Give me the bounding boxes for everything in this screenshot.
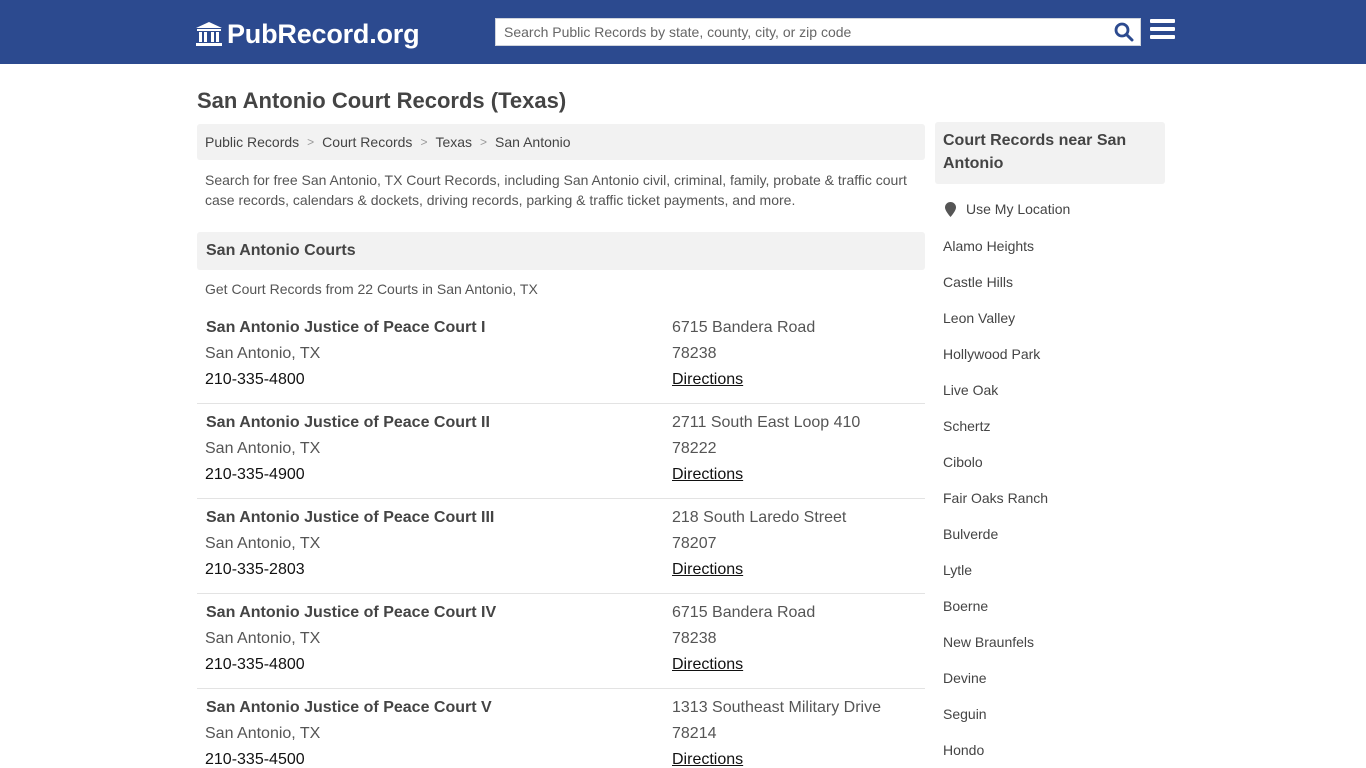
- directions-link[interactable]: Directions: [672, 371, 743, 389]
- nearby-city-link[interactable]: Boerne: [943, 598, 988, 614]
- breadcrumb-texas[interactable]: Texas: [435, 134, 472, 150]
- court-zip: 78207: [672, 535, 717, 552]
- breadcrumb-separator-icon: >: [480, 135, 488, 149]
- top-navbar: PubRecord.org: [0, 0, 1366, 64]
- court-phone[interactable]: 210-335-2803: [205, 561, 305, 579]
- sidebar-title: Court Records near San Antonio: [935, 122, 1165, 184]
- hamburger-menu-icon[interactable]: [1150, 19, 1176, 43]
- page-title: San Antonio Court Records (Texas): [197, 88, 567, 113]
- directions-link[interactable]: Directions: [672, 656, 743, 674]
- breadcrumb-san-antonio[interactable]: San Antonio: [495, 134, 571, 150]
- court-listing: San Antonio Justice of Peace Court III S…: [197, 499, 925, 594]
- nearby-city-link[interactable]: Cibolo: [943, 454, 983, 470]
- nearby-city-link[interactable]: Hollywood Park: [943, 346, 1040, 362]
- search-icon: [1114, 22, 1134, 42]
- court-city: San Antonio, TX: [205, 345, 321, 362]
- court-zip: 78238: [672, 630, 717, 647]
- nearby-city-link[interactable]: New Braunfels: [943, 634, 1034, 650]
- court-zip: 78214: [672, 725, 717, 742]
- nearby-city-link[interactable]: Live Oak: [943, 382, 998, 398]
- court-name[interactable]: San Antonio Justice of Peace Court I: [206, 319, 485, 337]
- court-phone[interactable]: 210-335-4800: [205, 371, 305, 389]
- nearby-city-link[interactable]: Alamo Heights: [943, 238, 1034, 254]
- court-city: San Antonio, TX: [205, 725, 321, 742]
- court-name[interactable]: San Antonio Justice of Peace Court V: [206, 699, 492, 717]
- site-logo[interactable]: PubRecord.org: [195, 16, 420, 52]
- court-city: San Antonio, TX: [205, 630, 321, 647]
- intro-text: Search for free San Antonio, TX Court Re…: [205, 172, 907, 208]
- court-street: 218 South Laredo Street: [672, 509, 847, 526]
- court-name[interactable]: San Antonio Justice of Peace Court IV: [206, 604, 496, 622]
- search-bar: [495, 18, 1141, 46]
- court-city: San Antonio, TX: [205, 440, 321, 457]
- court-listing: San Antonio Justice of Peace Court II Sa…: [197, 404, 925, 499]
- court-listing: San Antonio Justice of Peace Court I San…: [197, 309, 925, 404]
- court-phone[interactable]: 210-335-4900: [205, 466, 305, 484]
- nearby-city-link[interactable]: Hondo: [943, 742, 984, 758]
- map-pin-icon: [945, 201, 956, 217]
- nearby-city-link[interactable]: Leon Valley: [943, 310, 1015, 326]
- nearby-city-link[interactable]: Bulverde: [943, 526, 998, 542]
- court-street: 2711 South East Loop 410: [672, 414, 861, 431]
- courthouse-icon: [196, 22, 222, 46]
- nearby-city-link[interactable]: Schertz: [943, 418, 990, 434]
- court-phone[interactable]: 210-335-4500: [205, 751, 305, 768]
- breadcrumb-separator-icon: >: [420, 135, 428, 149]
- court-listing: San Antonio Justice of Peace Court V San…: [197, 689, 925, 768]
- courts-section-title: San Antonio Courts: [197, 232, 925, 270]
- court-street: 1313 Southeast Military Drive: [672, 699, 881, 716]
- nearby-city-link[interactable]: Devine: [943, 670, 987, 686]
- directions-link[interactable]: Directions: [672, 751, 743, 768]
- breadcrumb-court-records[interactable]: Court Records: [322, 134, 412, 150]
- court-name[interactable]: San Antonio Justice of Peace Court III: [206, 509, 494, 527]
- court-street: 6715 Bandera Road: [672, 604, 816, 621]
- court-listing: San Antonio Justice of Peace Court IV Sa…: [197, 594, 925, 689]
- use-my-location-link[interactable]: Use My Location: [943, 201, 1070, 217]
- court-phone[interactable]: 210-335-4800: [205, 656, 305, 674]
- court-zip: 78238: [672, 345, 717, 362]
- court-street: 6715 Bandera Road: [672, 319, 816, 336]
- nearby-city-link[interactable]: Fair Oaks Ranch: [943, 490, 1048, 506]
- logo-text: PubRecord.org: [227, 18, 420, 49]
- court-zip: 78222: [672, 440, 717, 457]
- breadcrumb: Public Records > Court Records > Texas >…: [197, 124, 925, 160]
- search-button[interactable]: [1108, 19, 1140, 45]
- search-input[interactable]: [496, 19, 1108, 45]
- nearby-city-link[interactable]: Seguin: [943, 706, 987, 722]
- use-my-location-label: Use My Location: [966, 201, 1071, 217]
- court-city: San Antonio, TX: [205, 535, 321, 552]
- breadcrumb-public-records[interactable]: Public Records: [205, 134, 299, 150]
- directions-link[interactable]: Directions: [672, 561, 743, 579]
- nearby-city-link[interactable]: Lytle: [943, 562, 972, 578]
- directions-link[interactable]: Directions: [672, 466, 743, 484]
- courts-section-subtitle: Get Court Records from 22 Courts in San …: [205, 281, 538, 297]
- court-name[interactable]: San Antonio Justice of Peace Court II: [206, 414, 490, 432]
- breadcrumb-separator-icon: >: [307, 135, 315, 149]
- nearby-city-link[interactable]: Castle Hills: [943, 274, 1013, 290]
